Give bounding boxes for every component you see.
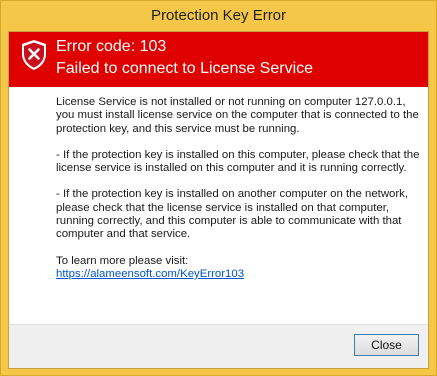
dialog-footer: Close — [9, 324, 428, 368]
details-paragraph-1: License Service is not installed or not … — [56, 96, 419, 135]
details-paragraph-3: - If the protection key is installed on … — [56, 188, 409, 241]
details-paragraph-2: - If the protection key is installed on … — [56, 148, 420, 175]
help-link[interactable]: https://alameensoft.com/KeyError103 — [56, 268, 244, 280]
error-code-text: Error code: 103 — [56, 38, 167, 55]
error-details: License Service is not installed or not … — [56, 96, 424, 281]
error-message-text: Failed to connect to License Service — [56, 60, 314, 77]
close-button[interactable]: Close — [354, 334, 419, 356]
error-dialog-window: Protection Key Error Error code: 103 Fai… — [0, 0, 437, 376]
error-header: Error code: 103 Failed to connect to Lic… — [9, 32, 428, 87]
dialog-title: Protection Key Error — [150, 7, 287, 24]
dialog-client-area: Error code: 103 Failed to connect to Lic… — [8, 31, 429, 369]
shield-error-icon — [22, 40, 46, 70]
learn-more-label: To learn more please visit: — [56, 254, 189, 267]
